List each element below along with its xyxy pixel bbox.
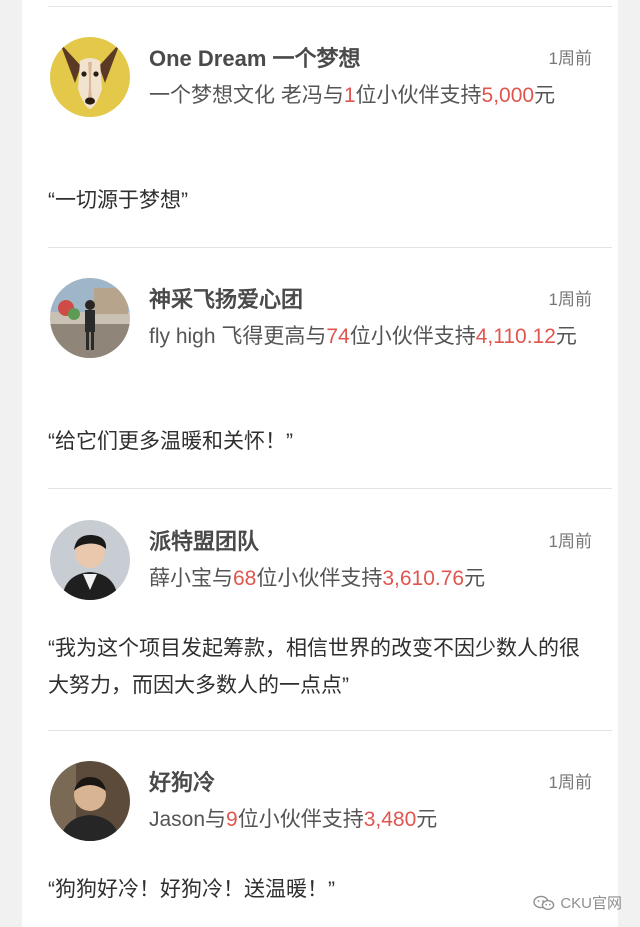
backer-count: 68 (233, 567, 257, 590)
timestamp: 1周前 (548, 532, 592, 551)
person-outdoor-avatar[interactable] (50, 278, 130, 358)
support-currency: 元 (555, 325, 577, 348)
support-middle: 位小伙伴支持 (355, 84, 482, 107)
support-amount: 5,000 (481, 84, 535, 107)
timestamp: 1周前 (548, 290, 592, 309)
support-line: fly high 飞得更高与74位小伙伴支持4,110.12元 (149, 318, 581, 355)
support-currency: 元 (534, 84, 556, 107)
support-amount: 4,110.12 (475, 325, 556, 348)
support-currency: 元 (464, 567, 486, 590)
backer-count: 1 (343, 84, 356, 107)
dog-portrait-avatar[interactable] (50, 37, 130, 117)
support-middle: 位小伙伴支持 (256, 567, 383, 590)
person-portrait-avatar[interactable] (50, 520, 130, 600)
divider (48, 730, 612, 731)
support-prefix: Jason与 (149, 808, 227, 831)
support-line: Jason与9位小伙伴支持3,480元 (149, 801, 581, 838)
feed-item[interactable]: 好狗冷 1周前 Jason与9位小伙伴支持3,480元 “狗狗好冷！好狗冷！送温… (48, 761, 592, 911)
man-portrait-avatar[interactable] (50, 761, 130, 841)
outdoor-avatar-image (50, 278, 130, 358)
backer-count: 74 (326, 325, 350, 348)
feed-item[interactable]: 派特盟团队 1周前 薛小宝与68位小伙伴支持3,610.76元 “我为这个项目发… (48, 520, 592, 697)
supporter-quote: “给它们更多温暖和关怀！” (48, 430, 293, 453)
support-line: 一个梦想文化 老冯与1位小伙伴支持5,000元 (149, 77, 581, 114)
timestamp: 1周前 (548, 773, 592, 792)
timestamp: 1周前 (548, 49, 592, 68)
dog-avatar-image (50, 37, 130, 117)
divider (48, 488, 612, 489)
support-amount: 3,480 (363, 808, 417, 831)
support-prefix: 薛小宝与 (149, 567, 233, 590)
supporter-quote: “一切源于梦想” (48, 189, 188, 212)
supporter-name[interactable]: 好狗冷 (149, 765, 215, 797)
support-prefix: fly high 飞得更高与 (149, 325, 327, 348)
feed-item[interactable]: One Dream 一个梦想 1周前 一个梦想文化 老冯与1位小伙伴支持5,00… (48, 37, 592, 212)
portrait-avatar-image (50, 520, 130, 600)
feed-page: One Dream 一个梦想 1周前 一个梦想文化 老冯与1位小伙伴支持5,00… (0, 0, 640, 927)
wechat-icon (533, 895, 555, 910)
support-amount: 3,610.76 (382, 567, 465, 590)
man-avatar-image (50, 761, 130, 841)
support-line: 薛小宝与68位小伙伴支持3,610.76元 (149, 560, 581, 597)
support-currency: 元 (416, 808, 438, 831)
supporter-name[interactable]: 神采飞扬爱心团 (149, 282, 303, 314)
support-middle: 位小伙伴支持 (349, 325, 476, 348)
supporter-name[interactable]: One Dream 一个梦想 (149, 41, 361, 73)
watermark-text: CKU官网 (560, 895, 622, 912)
support-middle: 位小伙伴支持 (237, 808, 364, 831)
supporter-name[interactable]: 派特盟团队 (149, 524, 259, 556)
backer-count: 9 (226, 808, 238, 831)
divider (48, 6, 612, 7)
watermark: CKU官网 (533, 892, 622, 913)
supporter-quote: “我为这个项目发起筹款，相信世界的改变不因少数人的很大努力，而因大多数人的一点点… (48, 637, 580, 697)
supporter-quote: “狗狗好冷！好狗冷！送温暖！” (48, 878, 335, 901)
feed-item[interactable]: 神采飞扬爱心团 1周前 fly high 飞得更高与74位小伙伴支持4,110.… (48, 278, 592, 453)
support-prefix: 一个梦想文化 老冯与 (149, 84, 344, 107)
divider (48, 247, 612, 248)
